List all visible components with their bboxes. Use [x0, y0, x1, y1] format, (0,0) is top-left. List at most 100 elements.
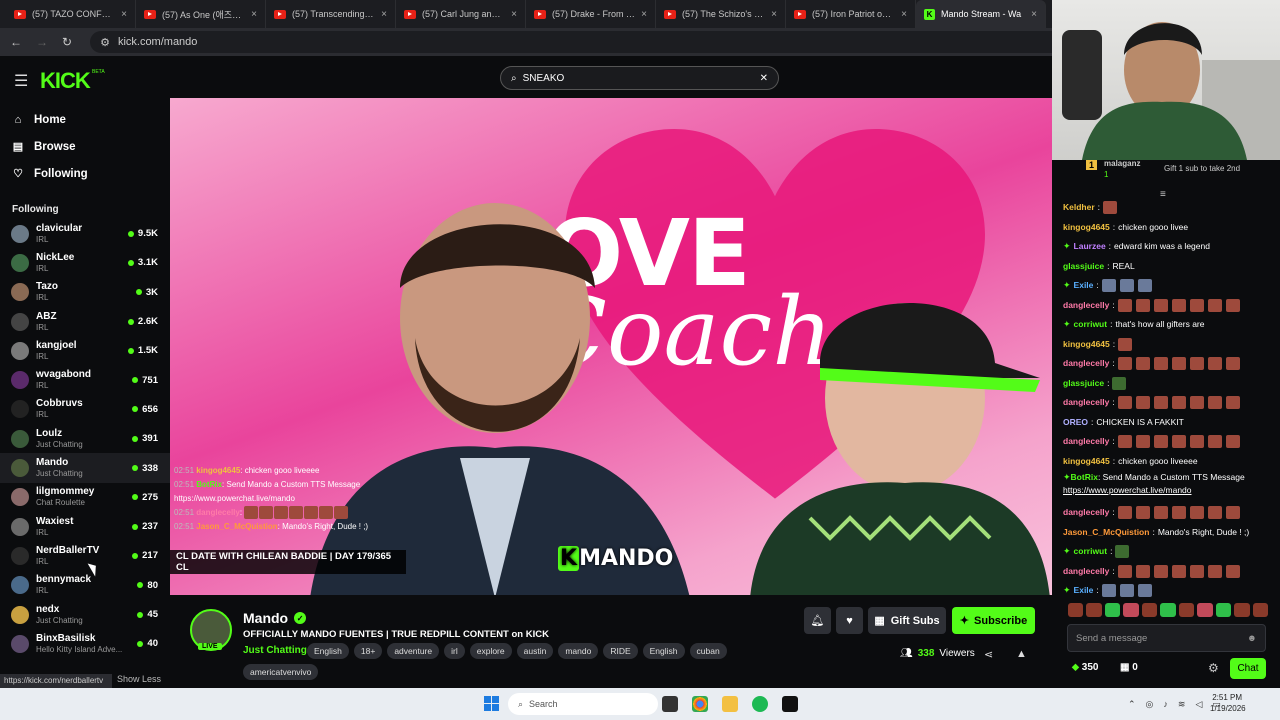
stream-tag[interactable]: explore	[469, 643, 512, 659]
stream-tag[interactable]: adventure	[387, 643, 440, 659]
back-icon[interactable]: ←	[10, 35, 22, 49]
emote-shortcut-icon[interactable]	[1234, 603, 1250, 617]
show-less-button[interactable]: Show Less	[117, 674, 161, 684]
stream-tag[interactable]: austin	[516, 643, 554, 659]
emote-shortcut-icon[interactable]	[1123, 603, 1139, 617]
browser-tab[interactable]: (57) Carl Jung and the P ×	[396, 0, 526, 28]
stream-tag[interactable]: English	[307, 643, 349, 659]
chat-username[interactable]: corriwut	[1074, 542, 1108, 562]
notification-bell-button[interactable]: 🔔︎	[804, 607, 831, 634]
task-view-icon[interactable]	[662, 696, 678, 712]
stream-tag[interactable]: mando	[558, 643, 599, 659]
volume-icon[interactable]: ◁	[1195, 699, 1202, 710]
emote-shortcut-icon[interactable]	[1141, 603, 1158, 617]
stream-tag-extra[interactable]: americatvenvivo	[243, 664, 319, 680]
video-player[interactable]: OVE Coach 02:51 kingog4645: chicken gooo…	[170, 98, 1052, 595]
emote-shortcut-icon[interactable]	[1197, 603, 1213, 617]
chat-username[interactable]: OREO	[1063, 413, 1088, 433]
sidebar-channel-nedx[interactable]: nedx Just Chatting 45	[0, 600, 170, 629]
sidebar-channel-wvagabond[interactable]: wvagabond IRL 751	[0, 365, 170, 394]
sidebar-nav-following[interactable]: ♡ Following	[0, 160, 170, 187]
sidebar-channel-mando[interactable]: Mando Just Chatting 338	[0, 453, 170, 483]
share-icon[interactable]: ⋖	[984, 648, 993, 661]
report-icon[interactable]: ▲	[1016, 648, 1027, 660]
emoji-picker-icon[interactable]: ☻	[1247, 633, 1257, 644]
follow-button[interactable]: ♥	[836, 607, 863, 634]
windows-start-icon[interactable]	[484, 696, 500, 712]
gift-prompt[interactable]: Gift 1 sub to take 2nd	[1164, 164, 1240, 173]
stream-category[interactable]: Just Chatting	[243, 645, 307, 656]
spotify-icon[interactable]	[752, 696, 768, 712]
stream-tag[interactable]: cuban	[689, 643, 727, 659]
sidebar-channel-tazo[interactable]: Tazo IRL 3K	[0, 278, 170, 307]
chat-username[interactable]: danglecelly	[1063, 562, 1109, 582]
tab-close-icon[interactable]: ×	[641, 9, 647, 20]
chat-username[interactable]: danglecelly	[1063, 393, 1109, 413]
emote-shortcut-icon[interactable]	[1068, 603, 1084, 617]
chat-username[interactable]: danglecelly	[1063, 296, 1109, 316]
chat-settings-icon[interactable]: ⚙	[1208, 661, 1219, 675]
sidebar-channel-abz[interactable]: ABZ IRL 2.6K	[0, 307, 170, 336]
search-input[interactable]: ⌕ SNEAKO ✕	[500, 66, 779, 90]
sidebar-channel-nerdballertv[interactable]: NerdBallerTV IRL 217	[0, 541, 170, 570]
chrome-icon[interactable]	[692, 696, 708, 712]
chat-username[interactable]: danglecelly	[1063, 503, 1109, 523]
tab-close-icon[interactable]: ×	[381, 9, 387, 20]
emote-shortcut-icon[interactable]	[1086, 603, 1102, 617]
taskbar-search[interactable]: ⌕ Search	[508, 693, 658, 715]
emote-shortcut-icon[interactable]	[1215, 603, 1232, 617]
sidebar-nav-browse[interactable]: ▤ Browse	[0, 133, 170, 160]
emote-shortcut-icon[interactable]	[1160, 603, 1176, 617]
mic-icon[interactable]: ♪	[1163, 699, 1168, 710]
chat-username[interactable]: Exile	[1074, 581, 1094, 601]
tab-close-icon[interactable]: ×	[1031, 9, 1037, 20]
stream-tag[interactable]: RIDE	[603, 643, 638, 659]
browser-tab[interactable]: (57) As One (애즈원) - D ×	[136, 0, 266, 28]
sidebar-channel-lilgmommey[interactable]: lilgmommey Chat Roulette 275	[0, 483, 170, 512]
chat-username[interactable]: BotRix	[1071, 472, 1098, 482]
kick-logo[interactable]: KICK	[40, 68, 91, 94]
chat-username[interactable]: kingog4645	[1063, 218, 1110, 238]
chat-username[interactable]: danglecelly	[1063, 354, 1109, 374]
wifi-icon[interactable]: ≋	[1178, 699, 1186, 710]
chat-username[interactable]: corriwut	[1074, 315, 1108, 335]
stream-tag[interactable]: English	[642, 643, 685, 659]
browser-tab[interactable]: K Mando Stream - Wa ×	[916, 0, 1046, 28]
chat-username[interactable]: kingog4645	[1063, 335, 1110, 355]
chat-username[interactable]: glassjuice	[1063, 257, 1104, 277]
sidebar-channel-cobbruvs[interactable]: Cobbruvs IRL 656	[0, 395, 170, 424]
chat-username[interactable]: glassjuice	[1063, 374, 1104, 394]
chat-username[interactable]: Laurzee	[1074, 237, 1106, 257]
emote-shortcut-icon[interactable]	[1252, 603, 1268, 617]
emote-shortcut-icon[interactable]	[1104, 603, 1121, 617]
sidebar-nav-home[interactable]: ⌂ Home	[0, 106, 170, 133]
tab-close-icon[interactable]: ×	[121, 9, 127, 20]
chat-username[interactable]: kingog4645	[1063, 452, 1110, 472]
browser-tab[interactable]: (57) Drake - From Time ×	[526, 0, 656, 28]
tab-close-icon[interactable]: ×	[511, 9, 517, 20]
chat-username[interactable]: danglecelly	[1063, 432, 1109, 452]
subscribe-button[interactable]: ✦ Subscribe	[952, 607, 1035, 634]
channel-name[interactable]: Mando	[243, 610, 288, 626]
network-icon[interactable]: ◎	[1146, 699, 1154, 710]
chat-send-button[interactable]: Chat	[1230, 658, 1266, 679]
stream-tag[interactable]: 18+	[353, 643, 383, 659]
file-explorer-icon[interactable]	[722, 696, 738, 712]
chat-link[interactable]: https://www.powerchat.live/mando	[1063, 485, 1192, 495]
browser-tab[interactable]: (57) Iron Patriot on Kill ×	[786, 0, 916, 28]
clear-search-icon[interactable]: ✕	[760, 73, 768, 84]
send-message-input[interactable]: Send a message ☻	[1067, 624, 1266, 652]
tray-chevron-icon[interactable]: ⌃	[1128, 699, 1136, 710]
emote-bar[interactable]	[1068, 603, 1268, 619]
chat-username[interactable]: Jason_C_McQuistion	[1063, 523, 1149, 543]
reload-icon[interactable]: ↻	[62, 35, 72, 49]
sidebar-channel-nicklee[interactable]: NickLee IRL 3.1K	[0, 248, 170, 277]
sidebar-channel-waxiest[interactable]: Waxiest IRL 237	[0, 512, 170, 541]
kick-points[interactable]: ⬥ 350	[1072, 662, 1098, 673]
tab-close-icon[interactable]: ×	[771, 9, 777, 20]
forward-icon[interactable]: →	[36, 35, 48, 49]
stream-tag[interactable]: irl	[444, 643, 465, 659]
emote-shortcut-icon[interactable]	[1178, 603, 1195, 617]
sidebar-channel-loulz[interactable]: Loulz Just Chatting 391	[0, 424, 170, 453]
menu-icon[interactable]: ☰	[14, 71, 28, 91]
